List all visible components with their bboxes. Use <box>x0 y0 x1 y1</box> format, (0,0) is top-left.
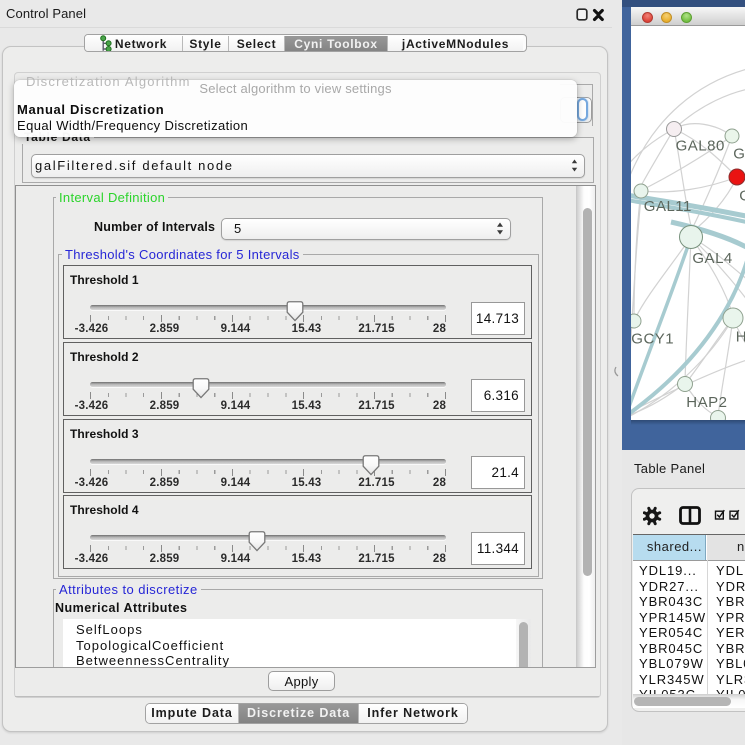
svg-text:GAL80: GAL80 <box>676 138 725 155</box>
svg-text:GCY1: GCY1 <box>631 331 674 348</box>
svg-text:HAP2: HAP2 <box>686 394 727 411</box>
svg-text:HI: HI <box>736 329 745 346</box>
svg-text:GAL3: GAL3 <box>733 146 745 163</box>
svg-text:GAL11: GAL11 <box>644 198 692 215</box>
svg-text:GA: GA <box>739 188 745 205</box>
svg-text:GAL4: GAL4 <box>692 250 732 267</box>
